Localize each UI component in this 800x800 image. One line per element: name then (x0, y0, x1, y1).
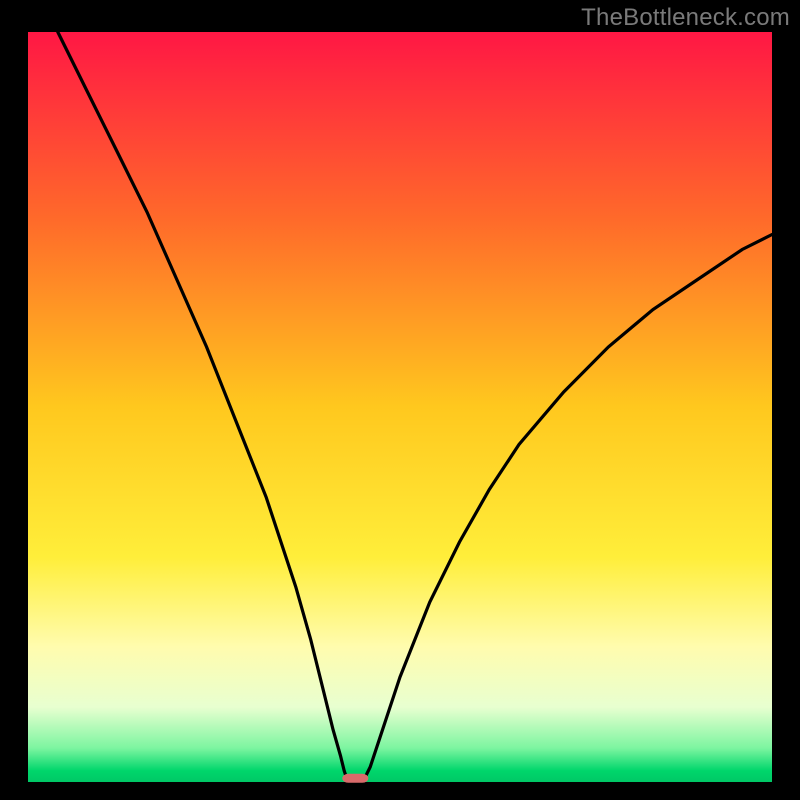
bottleneck-marker (342, 774, 368, 783)
bottleneck-chart (0, 0, 800, 800)
watermark-text: TheBottleneck.com (581, 4, 790, 32)
plot-background (28, 32, 772, 782)
chart-frame: TheBottleneck.com (0, 0, 800, 800)
